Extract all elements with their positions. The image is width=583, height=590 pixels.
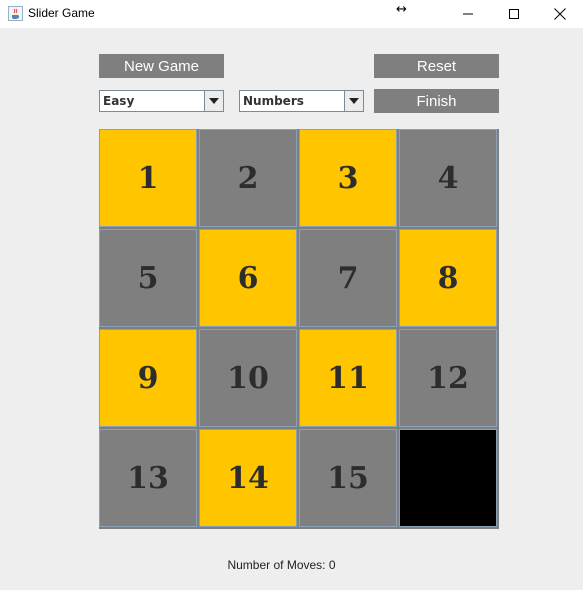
chevron-down-icon[interactable] — [344, 91, 363, 111]
tile-label: 14 — [227, 460, 269, 496]
puzzle-tile[interactable]: 8 — [399, 229, 497, 327]
tile-label: 11 — [327, 360, 369, 396]
chevron-down-icon[interactable] — [204, 91, 223, 111]
mode-select[interactable]: Numbers — [239, 90, 364, 112]
finish-button[interactable]: Finish — [374, 89, 499, 113]
tile-label: 8 — [437, 260, 459, 296]
resize-arrows-icon: ↔ — [396, 2, 407, 17]
window-title: Slider Game — [28, 6, 95, 20]
close-button[interactable] — [537, 0, 583, 28]
tile-label: 4 — [437, 160, 459, 196]
tile-label: 12 — [427, 360, 469, 396]
empty-tile-slot — [399, 429, 497, 527]
minimize-icon — [463, 13, 473, 15]
puzzle-tile[interactable]: 7 — [299, 229, 397, 327]
maximize-button[interactable] — [491, 0, 537, 28]
reset-button[interactable]: Reset — [374, 54, 499, 78]
tile-label: 10 — [227, 360, 269, 396]
puzzle-tile[interactable]: 2 — [199, 129, 297, 227]
tile-label: 6 — [237, 260, 259, 296]
difficulty-select[interactable]: Easy — [99, 90, 224, 112]
puzzle-tile[interactable]: 14 — [199, 429, 297, 527]
puzzle-tile[interactable]: 3 — [299, 129, 397, 227]
tile-label: 15 — [327, 460, 369, 496]
puzzle-tile[interactable]: 5 — [99, 229, 197, 327]
tile-label: 7 — [337, 260, 359, 296]
tile-label: 13 — [127, 460, 169, 496]
puzzle-tile[interactable]: 13 — [99, 429, 197, 527]
puzzle-board: 1 2 3 4 5 6 7 8 9 10 11 12 13 14 15 — [99, 129, 499, 529]
moves-counter: Number of Moves: 0 — [227, 558, 336, 572]
java-cup-icon — [8, 6, 23, 21]
minimize-button[interactable] — [445, 0, 491, 28]
tile-label: 9 — [137, 360, 159, 396]
puzzle-tile[interactable]: 4 — [399, 129, 497, 227]
new-game-button[interactable]: New Game — [99, 54, 224, 78]
close-icon — [554, 8, 566, 20]
puzzle-tile[interactable]: 1 — [99, 129, 197, 227]
tile-label: 5 — [137, 260, 159, 296]
maximize-icon — [509, 9, 519, 19]
puzzle-tile[interactable]: 6 — [199, 229, 297, 327]
tile-label: 1 — [137, 160, 159, 196]
puzzle-tile[interactable]: 11 — [299, 329, 397, 427]
puzzle-tile[interactable]: 10 — [199, 329, 297, 427]
title-bar: Slider Game ↔ — [0, 0, 583, 28]
puzzle-tile[interactable]: 15 — [299, 429, 397, 527]
difficulty-select-value: Easy — [103, 94, 135, 108]
puzzle-tile[interactable]: 12 — [399, 329, 497, 427]
puzzle-tile[interactable]: 9 — [99, 329, 197, 427]
tile-label: 2 — [237, 160, 259, 196]
mode-select-value: Numbers — [243, 94, 304, 108]
tile-label: 3 — [337, 160, 359, 196]
